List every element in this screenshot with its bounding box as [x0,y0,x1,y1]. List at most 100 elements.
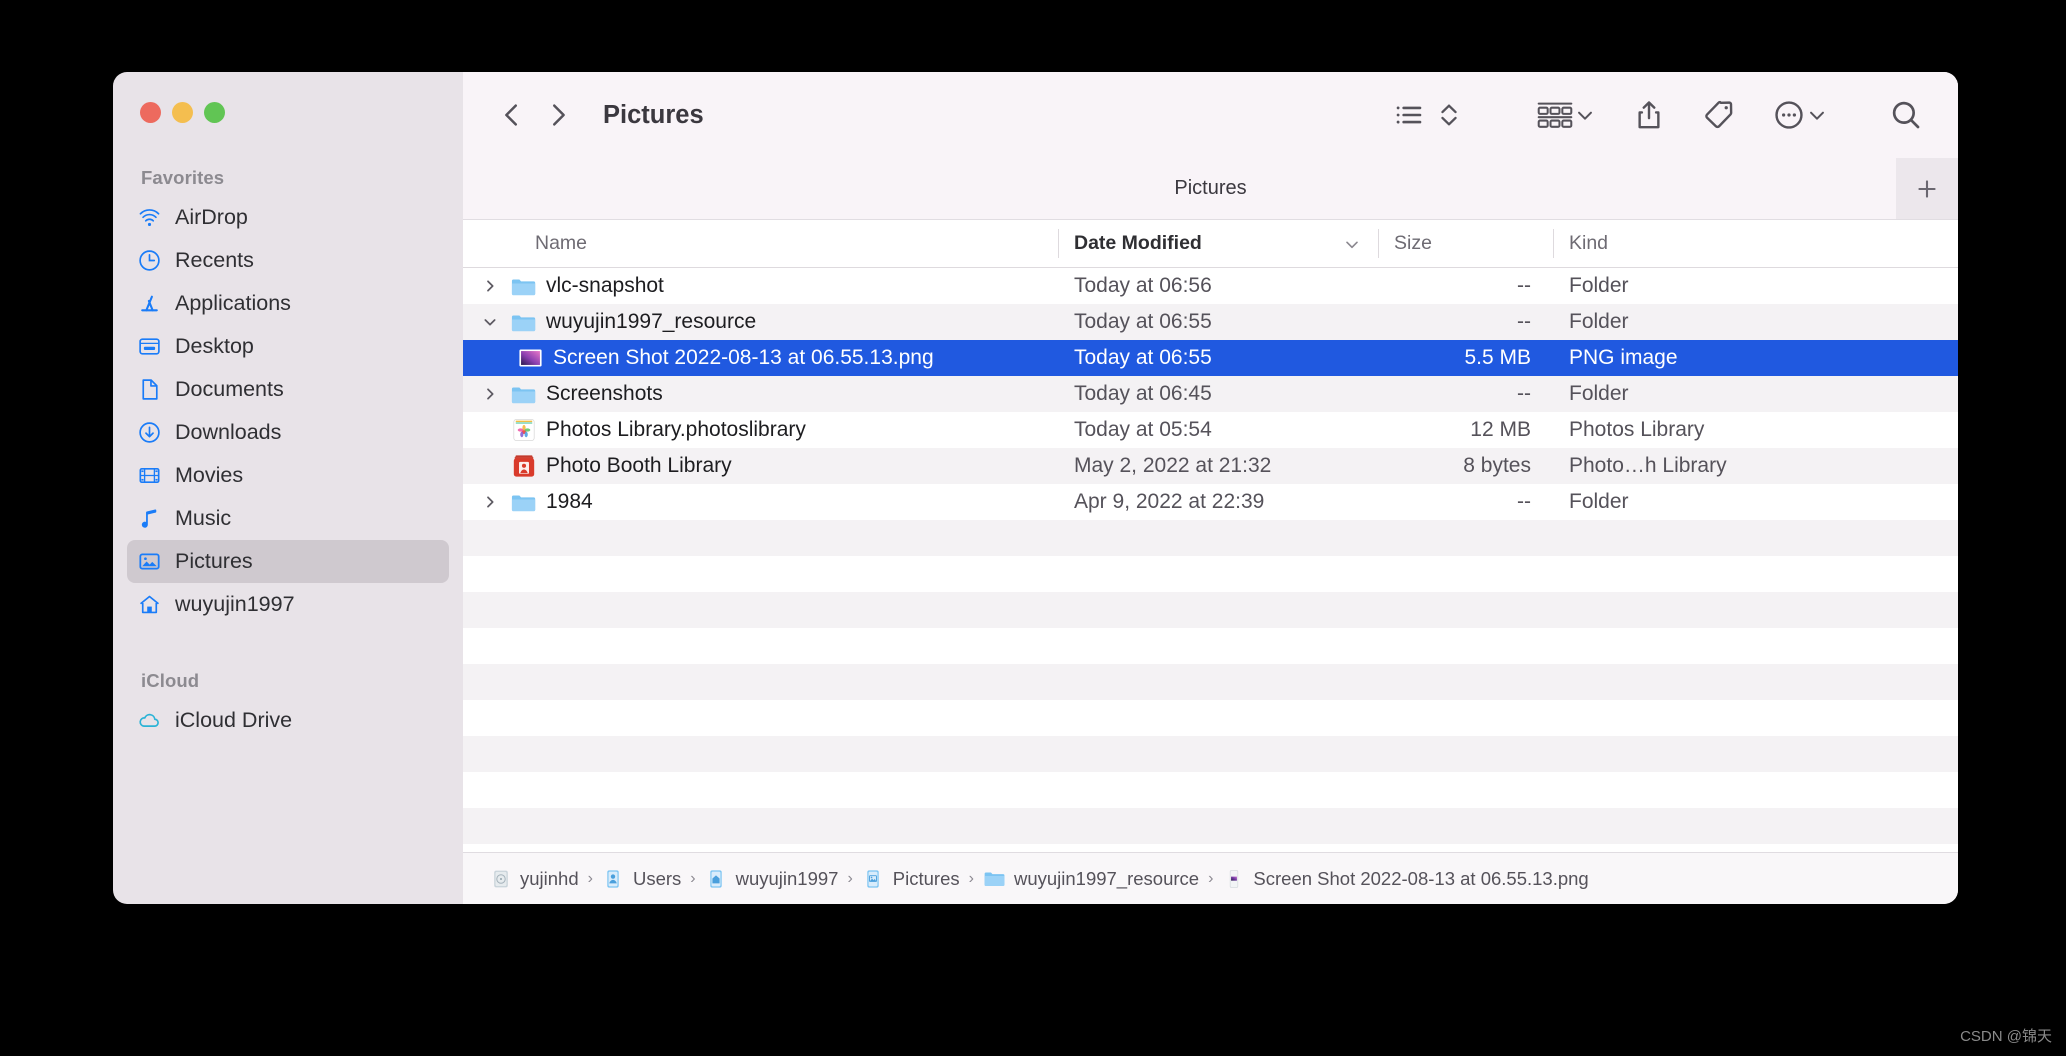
table-row[interactable]: wuyujin1997_resource Today at 06:55 -- F… [463,304,1958,340]
home-folder-icon [705,867,728,890]
main-pane: Pictures Pictures Name Date Modified Siz… [463,72,1958,904]
table-row[interactable]: Photo Booth Library May 2, 2022 at 21:32… [463,448,1958,484]
chevron-right-icon[interactable] [479,278,501,294]
sidebar-item-downloads[interactable]: Downloads [127,411,449,454]
minimize-window-button[interactable] [172,102,193,123]
sidebar-item-recents[interactable]: Recents [127,239,449,282]
new-tab-button[interactable] [1896,158,1958,219]
group-by-button[interactable] [1536,98,1574,132]
chevron-down-icon[interactable] [1806,104,1828,126]
sort-order-button[interactable] [1436,98,1462,132]
row-size-cell: 5.5 MB [1464,346,1531,369]
breadcrumb-item-users[interactable]: Users [602,867,681,890]
breadcrumb-separator: › [968,869,974,887]
table-row[interactable]: Photos Library.photoslibrary Today at 05… [463,412,1958,448]
table-row[interactable]: Screen Shot 2022-08-13 at 06.55.13.png T… [463,340,1958,376]
sidebar-item-label: Recents [175,248,254,272]
tab-pictures[interactable]: Pictures [1174,177,1246,200]
photos-library-icon [510,417,537,444]
users-folder-icon [602,867,625,890]
watermark: CSDN @锦天 [1960,1028,2052,1045]
row-date-cell: Today at 06:55 [1074,310,1212,333]
chevron-right-icon[interactable] [479,494,501,510]
back-button[interactable] [489,92,535,138]
png-image-icon [517,345,544,372]
desktop-icon [136,334,162,360]
pictures-folder-icon [862,867,885,890]
sidebar-item-music[interactable]: Music [127,497,449,540]
more-actions-button[interactable] [1772,98,1806,132]
forward-button[interactable] [535,92,581,138]
sidebar-item-pictures[interactable]: Pictures [127,540,449,583]
page-title: Pictures [603,100,704,129]
breadcrumb-item-resource-folder[interactable]: wuyujin1997_resource [983,867,1199,890]
airdrop-icon [136,205,162,231]
empty-row [463,700,1958,736]
folder-icon [983,867,1006,890]
table-row[interactable]: Screenshots Today at 06:45 -- Folder [463,376,1958,412]
breadcrumb-item-home[interactable]: wuyujin1997 [705,867,839,890]
toolbar: Pictures [463,72,1958,158]
row-name-cell: Screen Shot 2022-08-13 at 06.55.13.png [463,345,1058,372]
search-icon[interactable] [1888,97,1924,133]
sidebar-item-icloud-drive[interactable]: iCloud Drive [127,699,449,742]
sidebar-item-label: Pictures [175,549,253,573]
chevron-right-icon[interactable] [479,386,501,402]
file-name: 1984 [546,490,593,513]
share-button[interactable] [1632,98,1666,132]
column-header-size[interactable]: Size [1378,220,1553,267]
empty-row [463,772,1958,808]
chevron-down-icon[interactable] [479,314,501,330]
close-window-button[interactable] [140,102,161,123]
file-name: Photo Booth Library [546,454,732,477]
sidebar-item-documents[interactable]: Documents [127,368,449,411]
row-kind-cell: Photos Library [1569,418,1705,441]
png-image-icon [1222,867,1245,890]
breadcrumb-label: Pictures [892,867,960,889]
row-name-cell: wuyujin1997_resource [463,309,1058,336]
breadcrumb-label: wuyujin1997 [735,867,839,889]
breadcrumb-item-pictures[interactable]: Pictures [862,867,960,890]
hard-disk-icon [489,867,512,890]
row-date-cell: Today at 06:56 [1074,274,1212,297]
sidebar-item-label: Documents [175,377,284,401]
row-name-cell: Photos Library.photoslibrary [463,417,1058,444]
row-date-cell: Apr 9, 2022 at 22:39 [1074,490,1265,513]
row-name-cell: vlc-snapshot [463,273,1058,300]
breadcrumb-item-current-file[interactable]: Screen Shot 2022-08-13 at 06.55.13.png [1222,867,1589,890]
list-view-button[interactable] [1392,98,1426,132]
empty-row [463,808,1958,844]
sidebar-item-airdrop[interactable]: AirDrop [127,196,449,239]
column-header-date-modified[interactable]: Date Modified [1058,220,1378,267]
sidebar-item-movies[interactable]: Movies [127,454,449,497]
row-date-cell: May 2, 2022 at 21:32 [1074,454,1272,477]
row-date-cell: Today at 06:45 [1074,382,1212,405]
chevron-down-icon[interactable] [1574,104,1596,126]
folder-icon [510,489,537,516]
column-header-name[interactable]: Name [463,220,1058,267]
breadcrumb-separator: › [690,869,696,887]
sidebar-item-desktop[interactable]: Desktop [127,325,449,368]
row-size-cell: -- [1517,490,1531,513]
row-size-cell: -- [1517,274,1531,297]
pictures-icon [136,549,162,575]
sidebar-item-applications[interactable]: Applications [127,282,449,325]
column-header-kind[interactable]: Kind [1553,220,1958,267]
tags-button[interactable] [1702,98,1736,132]
empty-row [463,556,1958,592]
breadcrumb-item-disk[interactable]: yujinhd [489,867,579,890]
row-name-cell: Screenshots [463,381,1058,408]
empty-row [463,592,1958,628]
table-row[interactable]: 1984 Apr 9, 2022 at 22:39 -- Folder [463,484,1958,520]
file-name: Screen Shot 2022-08-13 at 06.55.13.png [553,346,934,369]
row-kind-cell: Folder [1569,310,1629,333]
document-icon [136,377,162,403]
table-row[interactable]: vlc-snapshot Today at 06:56 -- Folder [463,268,1958,304]
empty-row [463,628,1958,664]
row-date-cell: Today at 05:54 [1074,418,1212,441]
cloud-icon [136,708,162,734]
maximize-window-button[interactable] [204,102,225,123]
breadcrumb-label: Users [632,867,682,889]
sidebar-section-icloud-title: iCloud [141,670,200,691]
sidebar-item-home[interactable]: wuyujin1997 [127,583,449,626]
